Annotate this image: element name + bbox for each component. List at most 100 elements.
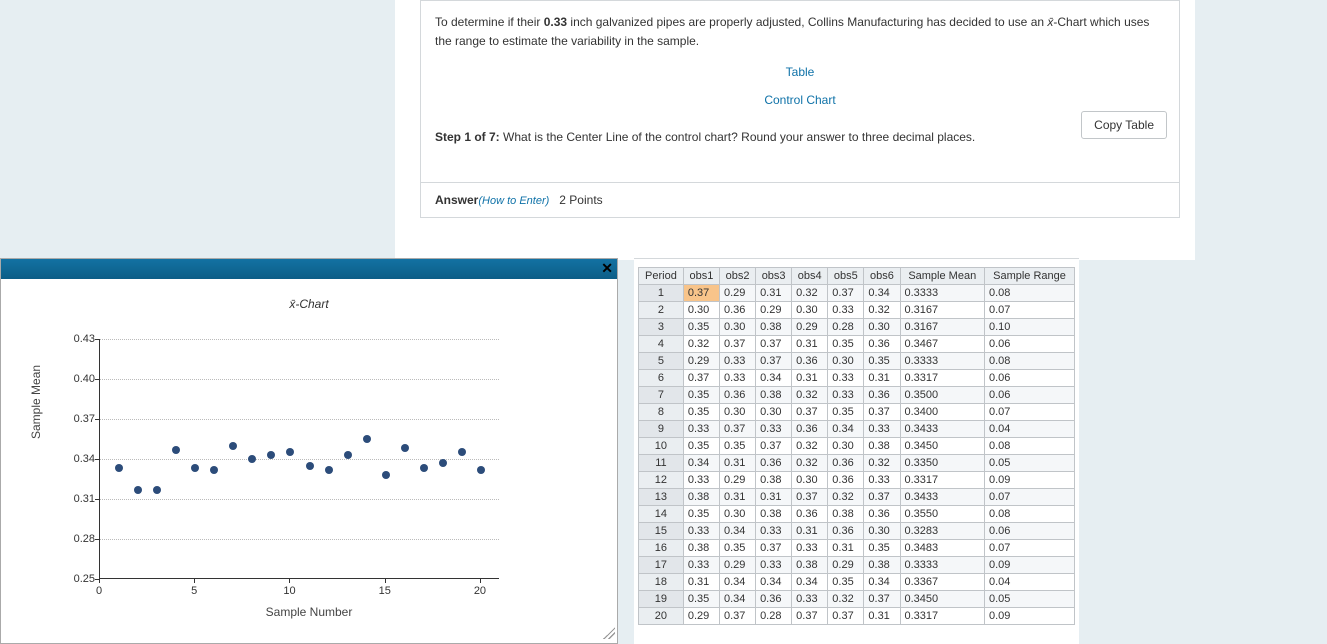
obs-cell[interactable]: 0.36 [828,455,864,472]
obs-cell[interactable]: 0.30 [864,523,900,540]
obs-cell[interactable]: 0.35 [828,574,864,591]
obs-cell[interactable]: 0.31 [792,370,828,387]
obs-cell[interactable]: 0.33 [756,523,792,540]
obs-cell[interactable]: 0.37 [792,608,828,625]
obs-cell[interactable]: 0.32 [683,336,719,353]
obs-cell[interactable]: 0.37 [756,336,792,353]
obs-cell[interactable]: 0.38 [828,506,864,523]
obs-cell[interactable]: 0.35 [683,591,719,608]
obs-cell[interactable]: 0.33 [683,557,719,574]
obs-cell[interactable]: 0.37 [683,370,719,387]
obs-cell[interactable]: 0.37 [683,285,719,302]
obs-cell[interactable]: 0.29 [719,285,755,302]
obs-cell[interactable]: 0.36 [828,472,864,489]
obs-cell[interactable]: 0.37 [828,608,864,625]
obs-cell[interactable]: 0.31 [828,540,864,557]
obs-cell[interactable]: 0.33 [864,472,900,489]
obs-cell[interactable]: 0.35 [828,404,864,421]
obs-cell[interactable]: 0.32 [792,285,828,302]
obs-cell[interactable]: 0.32 [864,455,900,472]
obs-cell[interactable]: 0.30 [719,506,755,523]
obs-cell[interactable]: 0.35 [683,404,719,421]
obs-cell[interactable]: 0.31 [719,455,755,472]
obs-cell[interactable]: 0.29 [719,557,755,574]
obs-cell[interactable]: 0.36 [719,302,755,319]
obs-cell[interactable]: 0.31 [864,370,900,387]
obs-cell[interactable]: 0.36 [756,591,792,608]
obs-cell[interactable]: 0.38 [756,506,792,523]
obs-cell[interactable]: 0.30 [792,302,828,319]
obs-cell[interactable]: 0.30 [864,319,900,336]
obs-cell[interactable]: 0.28 [756,608,792,625]
obs-cell[interactable]: 0.36 [864,387,900,404]
obs-cell[interactable]: 0.37 [719,421,755,438]
chart-modal-header[interactable]: ✕ [1,259,617,279]
obs-cell[interactable]: 0.34 [828,421,864,438]
control-chart-link[interactable]: Control Chart [764,93,835,107]
obs-cell[interactable]: 0.31 [792,336,828,353]
obs-cell[interactable]: 0.29 [683,353,719,370]
obs-cell[interactable]: 0.32 [792,455,828,472]
obs-cell[interactable]: 0.30 [828,353,864,370]
obs-cell[interactable]: 0.30 [792,472,828,489]
obs-cell[interactable]: 0.37 [864,489,900,506]
obs-cell[interactable]: 0.35 [683,387,719,404]
obs-cell[interactable]: 0.38 [756,387,792,404]
obs-cell[interactable]: 0.31 [756,285,792,302]
obs-cell[interactable]: 0.32 [828,591,864,608]
obs-cell[interactable]: 0.38 [683,489,719,506]
obs-cell[interactable]: 0.38 [683,540,719,557]
obs-cell[interactable]: 0.30 [828,438,864,455]
obs-cell[interactable]: 0.33 [792,540,828,557]
obs-cell[interactable]: 0.34 [683,455,719,472]
obs-cell[interactable]: 0.34 [719,591,755,608]
obs-cell[interactable]: 0.37 [719,608,755,625]
obs-cell[interactable]: 0.33 [683,472,719,489]
obs-cell[interactable]: 0.38 [756,319,792,336]
obs-cell[interactable]: 0.34 [792,574,828,591]
obs-cell[interactable]: 0.37 [719,336,755,353]
obs-cell[interactable]: 0.34 [719,574,755,591]
obs-cell[interactable]: 0.31 [719,489,755,506]
obs-cell[interactable]: 0.38 [864,557,900,574]
obs-cell[interactable]: 0.33 [683,523,719,540]
obs-cell[interactable]: 0.33 [864,421,900,438]
obs-cell[interactable]: 0.33 [756,557,792,574]
obs-cell[interactable]: 0.34 [756,370,792,387]
obs-cell[interactable]: 0.30 [683,302,719,319]
obs-cell[interactable]: 0.36 [828,523,864,540]
obs-cell[interactable]: 0.30 [719,404,755,421]
obs-cell[interactable]: 0.35 [864,353,900,370]
obs-cell[interactable]: 0.38 [792,557,828,574]
obs-cell[interactable]: 0.35 [864,540,900,557]
obs-cell[interactable]: 0.31 [683,574,719,591]
obs-cell[interactable]: 0.31 [864,608,900,625]
obs-cell[interactable]: 0.29 [756,302,792,319]
obs-cell[interactable]: 0.37 [792,489,828,506]
obs-cell[interactable]: 0.28 [828,319,864,336]
obs-cell[interactable]: 0.32 [792,387,828,404]
obs-cell[interactable]: 0.34 [756,574,792,591]
obs-cell[interactable]: 0.34 [864,285,900,302]
obs-cell[interactable]: 0.30 [719,319,755,336]
obs-cell[interactable]: 0.33 [828,302,864,319]
obs-cell[interactable]: 0.37 [756,540,792,557]
obs-cell[interactable]: 0.36 [792,421,828,438]
obs-cell[interactable]: 0.33 [828,370,864,387]
obs-cell[interactable]: 0.37 [756,353,792,370]
close-icon[interactable]: ✕ [601,259,613,277]
obs-cell[interactable]: 0.33 [828,387,864,404]
obs-cell[interactable]: 0.38 [756,472,792,489]
obs-cell[interactable]: 0.33 [719,353,755,370]
obs-cell[interactable]: 0.33 [719,370,755,387]
obs-cell[interactable]: 0.35 [828,336,864,353]
obs-cell[interactable]: 0.36 [756,455,792,472]
obs-cell[interactable]: 0.37 [756,438,792,455]
obs-cell[interactable]: 0.30 [756,404,792,421]
obs-cell[interactable]: 0.37 [864,404,900,421]
obs-cell[interactable]: 0.36 [864,336,900,353]
table-link[interactable]: Table [786,65,815,79]
obs-cell[interactable]: 0.31 [756,489,792,506]
obs-cell[interactable]: 0.36 [792,506,828,523]
obs-cell[interactable]: 0.35 [719,540,755,557]
